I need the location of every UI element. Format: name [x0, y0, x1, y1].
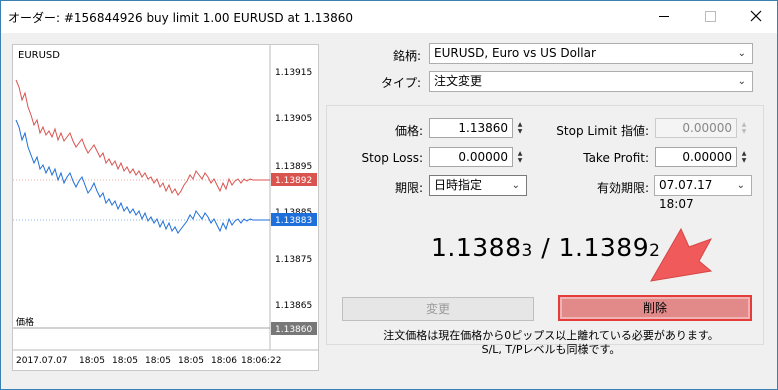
title-bar: オーダー: #156844926 buy limit 1.00 EURUSD a… [1, 1, 777, 33]
expiry-select[interactable]: 日時指定 ⌄ [429, 175, 527, 196]
delete-button-label: 削除 [642, 301, 667, 315]
ask-tag: 1.13892 [271, 173, 317, 186]
time-label: 18:05 [178, 356, 204, 366]
ask-tag-text: 1.13892 [275, 176, 312, 186]
minimize-button[interactable] [641, 1, 687, 31]
price-label: 1.13865 [275, 301, 312, 311]
time-label: 2017.07.07 [16, 356, 68, 366]
minimize-icon [659, 15, 669, 17]
time-label: 18:06:22 [241, 356, 281, 366]
type-label: タイプ: [380, 76, 421, 90]
quote-separator: / [532, 233, 559, 262]
price-label: 1.13915 [275, 68, 312, 78]
expiry-date-label: 有効期限: [596, 181, 649, 195]
price-label: 1.13875 [275, 255, 312, 265]
window-title: オーダー: #156844926 buy limit 1.00 EURUSD a… [8, 11, 353, 25]
stop-limit-label: Stop Limit 指値: [556, 124, 649, 138]
price-label: 1.13905 [275, 114, 312, 124]
symbol-value: EURUSD, Euro vs US Dollar [434, 46, 596, 60]
symbol-select[interactable]: EURUSD, Euro vs US Dollar ⌄ [429, 43, 753, 64]
chevron-down-icon: ⌄ [736, 180, 745, 191]
take-profit-label: Take Profit: [583, 151, 649, 165]
order-tag-text: 1.13860 [275, 325, 312, 335]
bid-quote: 1.1388 [431, 233, 522, 262]
ask-line [15, 79, 270, 196]
price-input[interactable]: 1.13860 [429, 118, 513, 138]
order-window: オーダー: #156844926 buy limit 1.00 EURUSD a… [0, 0, 778, 390]
bid-tag: 1.13883 [271, 213, 317, 226]
up-icon: ▲ [741, 121, 747, 128]
order-tag: 1.13860 [271, 322, 317, 335]
symbol-label: 銘柄: [392, 49, 421, 63]
price-spinner[interactable]: ▲ ▼ [513, 118, 527, 138]
quote-display: 1.13883 / 1.13892 [431, 233, 660, 262]
time-label: 18:06 [211, 356, 237, 366]
up-icon: ▲ [517, 121, 523, 128]
expiry-value: 日時指定 [434, 178, 483, 192]
expiry-label: 期限: [394, 181, 423, 195]
modify-button: 変更 [342, 297, 534, 321]
down-icon: ▼ [517, 157, 523, 164]
chart-symbol: EURUSD [18, 50, 60, 61]
stop-limit-spinner: ▲ ▼ [737, 118, 751, 138]
time-label: 18:05 [145, 356, 171, 366]
stop-loss-label: Stop Loss: [361, 151, 423, 165]
expiry-date-picker[interactable]: 07.07.17 18:07 ⌄ [654, 175, 752, 211]
close-button[interactable] [733, 1, 778, 31]
take-profit-input[interactable]: 0.00000 [655, 147, 737, 167]
pointer-arrow-icon [650, 227, 713, 282]
chevron-down-icon: ⌄ [511, 180, 520, 191]
down-icon: ▼ [517, 128, 523, 135]
delete-button[interactable]: 削除 [558, 295, 752, 321]
take-profit-spinner[interactable]: ▲ ▼ [737, 147, 751, 167]
bid-tag-text: 1.13883 [275, 216, 312, 226]
price-label: 1.13895 [275, 162, 312, 172]
chevron-down-icon: ⌄ [737, 76, 746, 87]
stop-loss-spinner[interactable]: ▲ ▼ [513, 147, 527, 167]
maximize-button [687, 1, 733, 31]
up-icon: ▲ [517, 150, 523, 157]
note-line-2: S/L, T/Pレベルも同様です。 [481, 343, 621, 356]
chart-svg: EURUSD 1.13915 1.13905 1.13895 1.13885 1… [13, 45, 318, 366]
stop-loss-input[interactable]: 0.00000 [429, 147, 513, 167]
bid-quote-pipette: 3 [521, 241, 533, 261]
up-icon: ▲ [741, 150, 747, 157]
time-label: 18:05 [112, 356, 138, 366]
ask-quote: 1.1389 [558, 233, 650, 262]
type-select[interactable]: 注文変更 ⌄ [429, 71, 753, 92]
order-line-label: 価格 [16, 316, 34, 328]
note-line-1: 注文価格は現在価格から0ピップス以上離れている必要があります。 [383, 329, 719, 342]
down-icon: ▼ [741, 128, 747, 135]
price-label: 価格: [394, 124, 423, 138]
down-icon: ▼ [741, 157, 747, 164]
maximize-icon [704, 10, 716, 22]
time-label: 18:05 [79, 356, 105, 366]
close-icon [750, 10, 762, 22]
info-note: 注文価格は現在価格から0ピップス以上離れている必要があります。 S/L, T/P… [341, 329, 761, 357]
type-value: 注文変更 [434, 74, 483, 88]
chevron-down-icon: ⌄ [737, 48, 746, 59]
price-chart: EURUSD 1.13915 1.13905 1.13895 1.13885 1… [12, 44, 319, 371]
stop-limit-input: 0.00000 [655, 118, 737, 138]
